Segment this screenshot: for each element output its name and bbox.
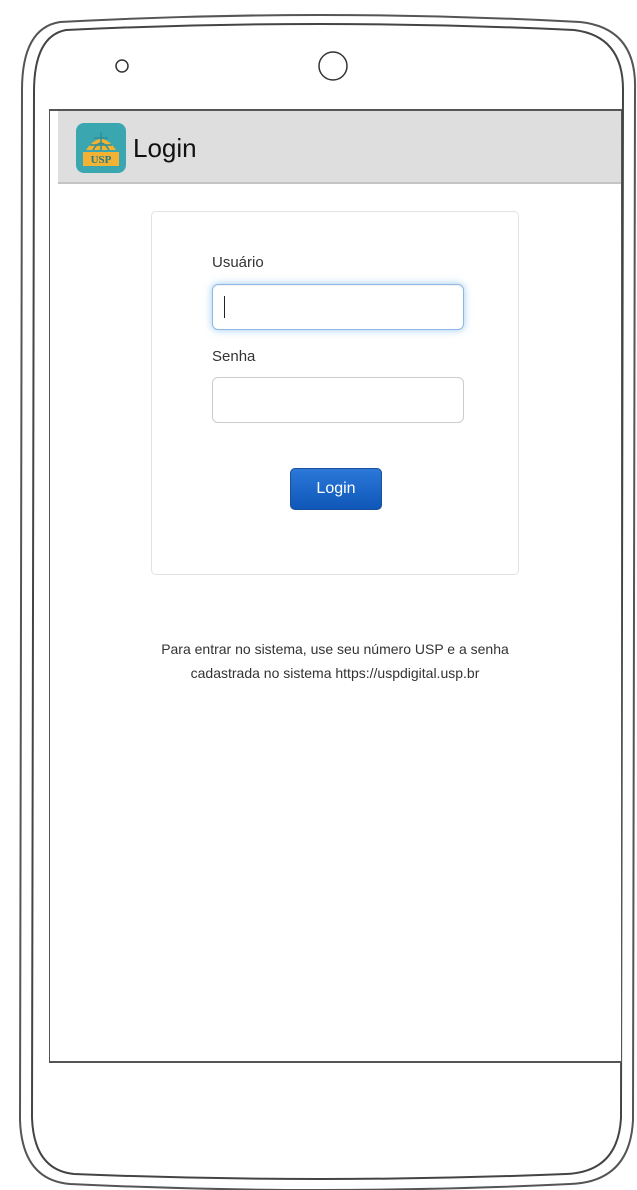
username-input[interactable] <box>212 284 464 330</box>
login-button[interactable]: Login <box>290 468 382 510</box>
usp-logo-icon: USP <box>76 123 126 173</box>
password-input[interactable] <box>212 377 464 423</box>
text-cursor <box>224 296 225 318</box>
help-text-line-1: Para entrar no sistema, use seu número U… <box>161 641 509 657</box>
username-label: Usuário <box>212 254 264 271</box>
help-text-line-2: cadastrada no sistema https://uspdigital… <box>190 665 480 681</box>
svg-text:USP: USP <box>91 154 112 166</box>
password-label: Senha <box>212 348 256 365</box>
help-text: Para entrar no sistema, use seu número U… <box>110 637 560 685</box>
login-form-card: Usuário Senha Login <box>151 211 519 575</box>
app-bar: USP Login <box>58 111 621 184</box>
app-screen: USP Login Usuário Senha Login Para entra… <box>50 111 621 1061</box>
page-title: Login <box>133 133 197 163</box>
